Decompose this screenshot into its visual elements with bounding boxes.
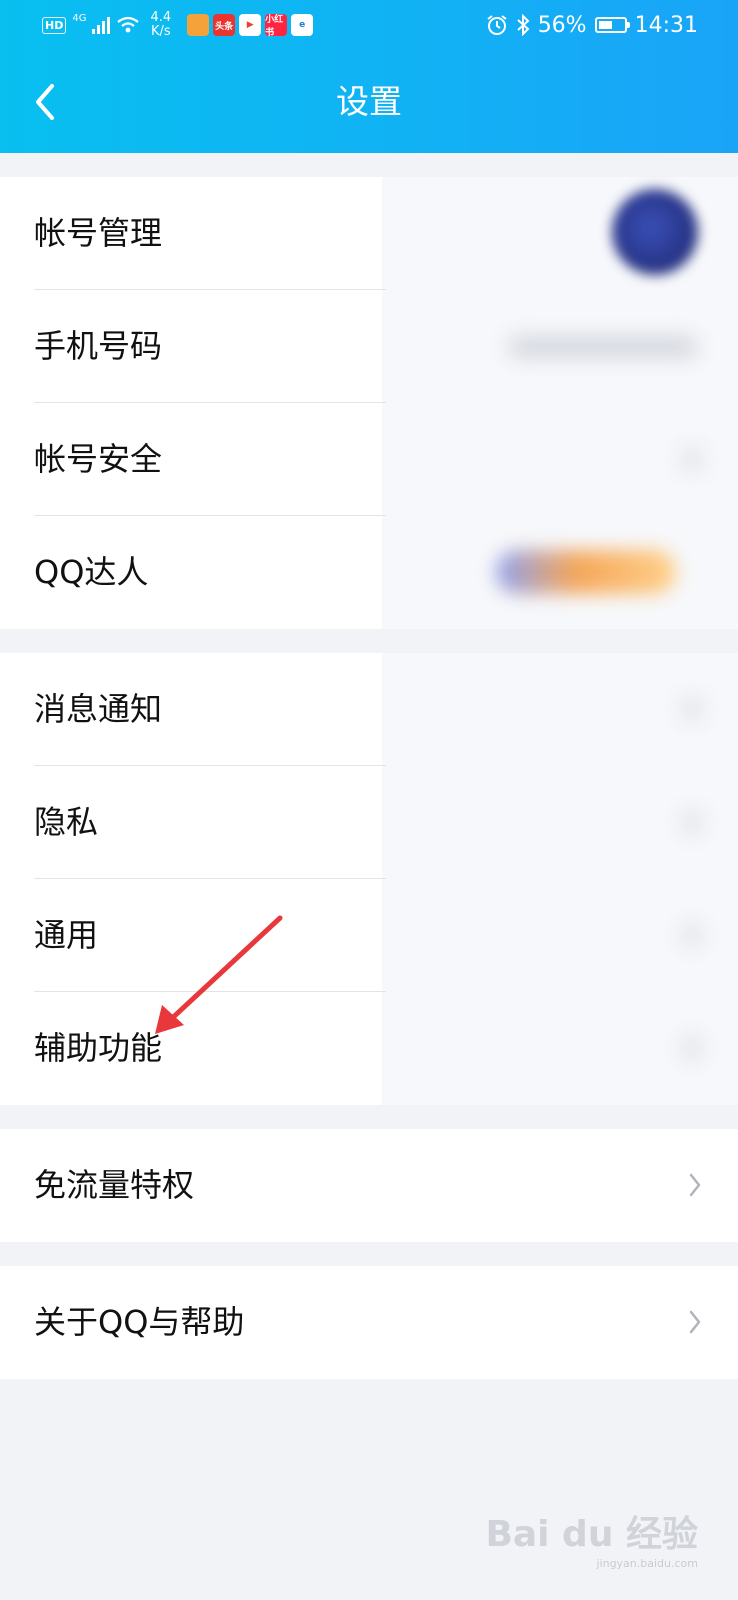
settings-item-data-free-privilege[interactable]: 免流量特权 xyxy=(0,1129,738,1242)
settings-item-qq-expert[interactable]: QQ达人 xyxy=(0,516,738,629)
settings-item-account-management[interactable]: 帐号管理 xyxy=(0,177,738,290)
blurred-chevron xyxy=(682,697,702,721)
blurred-phone-value xyxy=(508,336,698,358)
settings-group-general: 消息通知 隐私 通用 辅助功能 xyxy=(0,653,738,1105)
settings-item-label: QQ达人 xyxy=(34,553,149,591)
settings-item-privacy[interactable]: 隐私 xyxy=(0,766,738,879)
settings-item-about-qq-help[interactable]: 关于QQ与帮助 xyxy=(0,1266,738,1379)
settings-group-account: 帐号管理 手机号码 帐号安全 QQ达人 xyxy=(0,177,738,629)
settings-item-label: 帐号管理 xyxy=(34,214,163,252)
settings-item-general[interactable]: 通用 xyxy=(0,879,738,992)
settings-item-phone-number[interactable]: 手机号码 xyxy=(0,290,738,403)
blurred-chevron xyxy=(682,1036,702,1060)
toutiao-news-icon xyxy=(187,14,210,36)
signal-icon xyxy=(92,16,111,34)
wifi-icon xyxy=(117,16,140,33)
alarm-icon xyxy=(487,15,507,35)
browser-icon: e xyxy=(291,14,314,36)
settings-item-label: 消息通知 xyxy=(34,690,163,728)
hd-badge: HD xyxy=(42,16,67,34)
blurred-chevron xyxy=(682,447,702,471)
clock: 14:31 xyxy=(634,12,698,38)
settings-item-label: 通用 xyxy=(34,916,99,954)
chevron-right-icon xyxy=(689,1173,701,1197)
settings-item-notifications[interactable]: 消息通知 xyxy=(0,653,738,766)
blurred-chevron xyxy=(682,923,702,947)
baidu-jingyan-watermark: Bai du 经验 jingyan.baidu.com xyxy=(485,1514,698,1570)
status-bar: HD 4G 4.4 K/s 头条 ▶ 小红书 e 56% 14:31 xyxy=(0,0,738,50)
battery-percent: 56% xyxy=(537,12,587,38)
network-speed: 4.4 K/s xyxy=(150,10,172,39)
toutiao-icon: 头条 xyxy=(213,14,236,36)
video-icon: ▶ xyxy=(239,14,262,36)
settings-group-data-privilege: 免流量特权 xyxy=(0,1129,738,1242)
chevron-right-icon xyxy=(689,1310,701,1334)
blurred-badge xyxy=(496,550,676,594)
bluetooth-icon xyxy=(517,14,530,36)
network-type: 4G xyxy=(72,12,87,24)
xiaohongshu-icon: 小红书 xyxy=(265,14,288,38)
battery-icon xyxy=(594,17,630,33)
settings-item-accessibility[interactable]: 辅助功能 xyxy=(0,992,738,1105)
title-bar: HD 4G 4.4 K/s 头条 ▶ 小红书 e 56% 14:31 设置 xyxy=(0,0,738,153)
settings-item-account-security[interactable]: 帐号安全 xyxy=(0,403,738,516)
settings-group-about: 关于QQ与帮助 xyxy=(0,1266,738,1379)
settings-item-label: 帐号安全 xyxy=(34,440,163,478)
page-title: 设置 xyxy=(336,82,402,121)
settings-item-label: 关于QQ与帮助 xyxy=(34,1303,245,1341)
settings-item-label: 免流量特权 xyxy=(34,1166,195,1204)
avatar xyxy=(612,189,698,275)
settings-item-label: 隐私 xyxy=(34,803,99,841)
blurred-chevron xyxy=(682,810,702,834)
settings-item-label: 手机号码 xyxy=(34,327,163,365)
settings-item-label: 辅助功能 xyxy=(34,1029,163,1067)
